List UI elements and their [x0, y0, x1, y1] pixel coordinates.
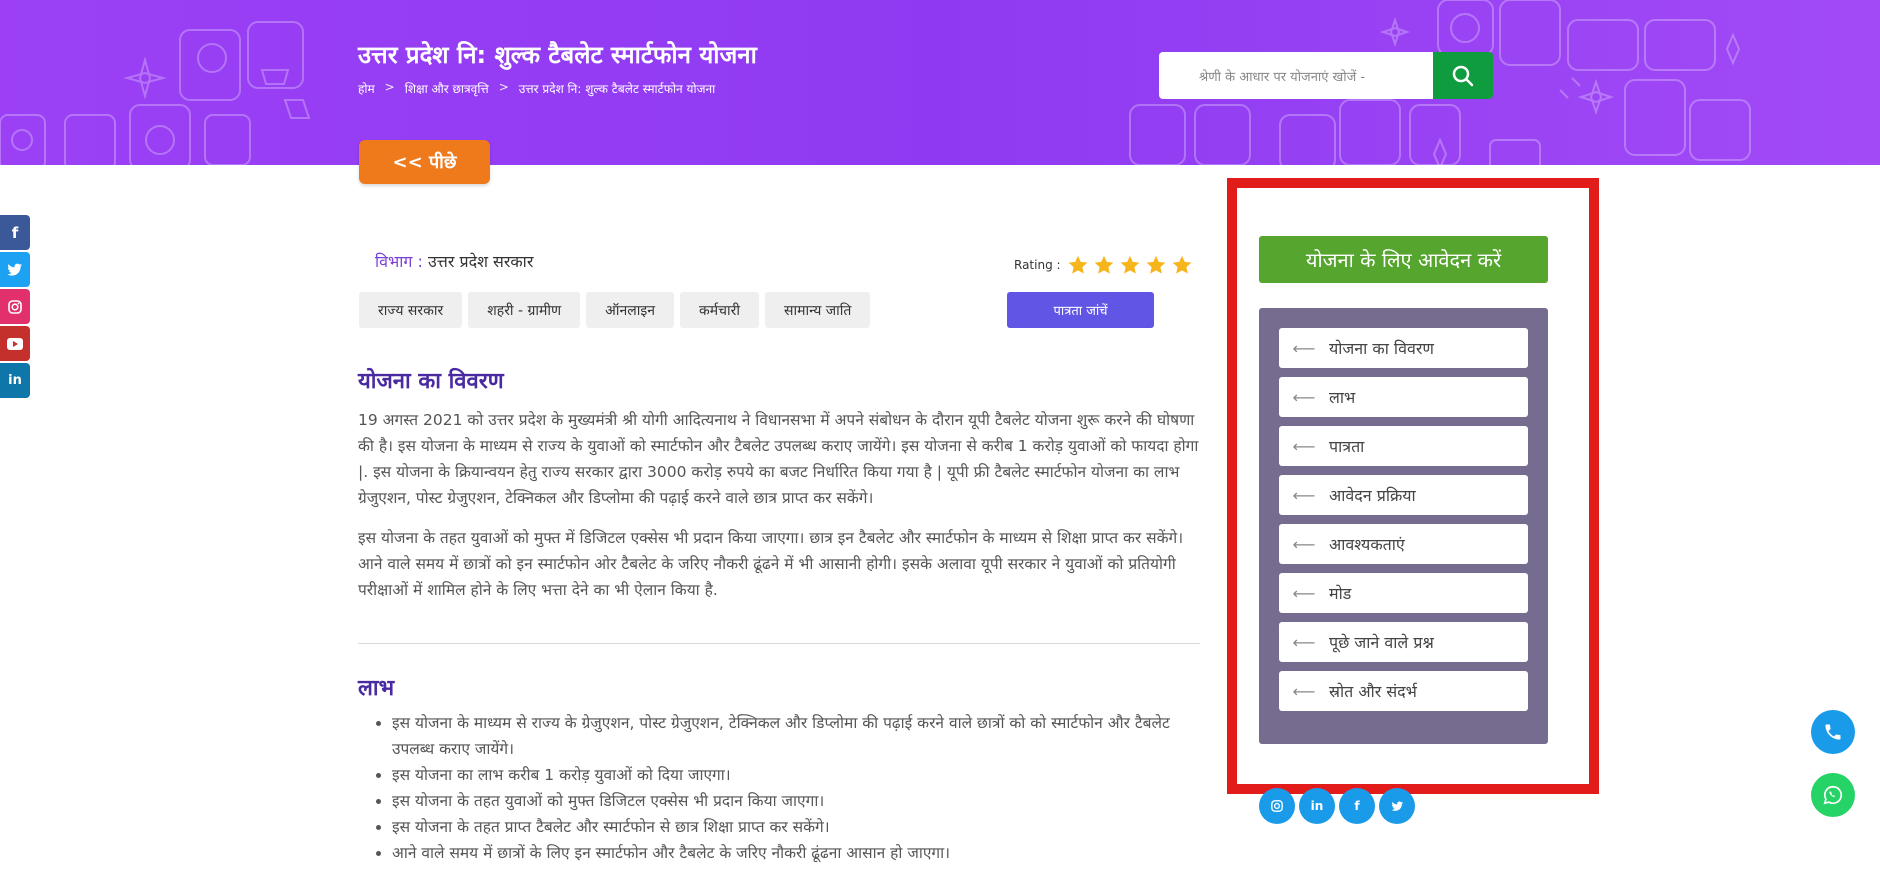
whatsapp-icon [1823, 785, 1843, 805]
arrow-left-icon: ⟵ [1292, 534, 1316, 554]
toc-item-application-process[interactable]: ⟵ आवेदन प्रक्रिया [1279, 475, 1528, 515]
arrow-left-icon: ⟵ [1292, 485, 1316, 505]
toc-item-mode[interactable]: ⟵ मोड [1279, 573, 1528, 613]
arrow-left-icon: ⟵ [1292, 681, 1316, 701]
list-item: इस योजना के तहत प्राप्त टैबलेट और स्मार्… [392, 814, 1200, 840]
linkedin-icon[interactable]: in [1299, 788, 1335, 824]
arrow-left-icon: ⟵ [1292, 583, 1316, 603]
star-icon [1146, 255, 1166, 274]
details-paragraph: इस योजना के तहत युवाओं को मुफ्त में डिजि… [358, 529, 1184, 599]
table-of-contents: ⟵ योजना का विवरण ⟵ लाभ ⟵ पात्रता ⟵ आवेदन प्र… [1259, 308, 1548, 744]
benefits-list: इस योजना के माध्यम से राज्य के ग्रेजुएशन… [358, 710, 1200, 866]
search-input[interactable]: श्रेणी के आधार पर योजनाएं खोजें - [1159, 52, 1434, 99]
facebook-icon[interactable]: f [1339, 788, 1375, 824]
toc-label: पूछे जाने वाले प्रश्न [1329, 633, 1434, 652]
arrow-left-icon: ⟵ [1292, 436, 1316, 456]
toc-item-eligibility[interactable]: ⟵ पात्रता [1279, 426, 1528, 466]
benefits-heading: लाभ [358, 676, 395, 701]
phone-icon [1825, 724, 1841, 740]
linkedin-icon[interactable]: in [0, 363, 30, 398]
tag-chip[interactable]: शहरी - ग्रामीण [468, 292, 581, 328]
whatsapp-button[interactable] [1811, 773, 1855, 817]
page-title: उत्तर प्रदेश नि: शुल्क टैबलेट स्मार्टफोन… [358, 41, 757, 69]
instagram-icon[interactable] [0, 289, 30, 324]
department: विभाग : उत्तर प्रदेश सरकार [375, 250, 533, 272]
banner-decoration-icons [0, 0, 1751, 165]
toc-label: पात्रता [1329, 437, 1365, 456]
breadcrumb-category[interactable]: शिक्षा और छात्रवृत्ति [405, 80, 489, 97]
list-item: इस योजना के माध्यम से राज्य के ग्रेजुएशन… [392, 710, 1200, 762]
toc-item-details[interactable]: ⟵ योजना का विवरण [1279, 328, 1528, 368]
list-item: आने वाले समय में छात्रों के लिए इन स्मार… [392, 840, 1200, 866]
star-icon [1120, 255, 1140, 274]
star-icon [1068, 255, 1088, 274]
details-heading: योजना का विवरण [358, 369, 504, 394]
toc-label: मोड [1329, 584, 1352, 603]
breadcrumb-home[interactable]: होम [358, 80, 375, 97]
search-icon [1452, 65, 1474, 86]
breadcrumb: होम > शिक्षा और छात्रवृत्ति > उत्तर प्रद… [358, 80, 715, 97]
department-value: उत्तर प्रदेश सरकार [428, 252, 534, 271]
toc-label: लाभ [1329, 388, 1356, 407]
toc-item-sources[interactable]: ⟵ स्रोत और संदर्भ [1279, 671, 1528, 711]
twitter-icon[interactable] [1379, 788, 1415, 824]
list-item: इस योजना का लाभ करीब 1 करोड़ युवाओं को द… [392, 762, 1200, 788]
arrow-left-icon: ⟵ [1292, 387, 1316, 407]
instagram-icon[interactable] [1259, 788, 1295, 824]
star-icon [1094, 255, 1114, 274]
arrow-left-icon: ⟵ [1292, 338, 1316, 358]
facebook-icon[interactable]: f [0, 215, 30, 250]
back-button[interactable]: << पीछे [359, 140, 490, 184]
toc-item-benefits[interactable]: ⟵ लाभ [1279, 377, 1528, 417]
toc-item-faq[interactable]: ⟵ पूछे जाने वाले प्रश्न [1279, 622, 1528, 662]
arrow-left-icon: ⟵ [1292, 632, 1316, 652]
toc-item-requirements[interactable]: ⟵ आवश्यकताएं [1279, 524, 1528, 564]
toc-label: स्रोत और संदर्भ [1329, 682, 1417, 701]
tag-chip[interactable]: कर्मचारी [680, 292, 759, 328]
apply-scheme-button[interactable]: योजना के लिए आवेदन करें [1259, 236, 1548, 283]
toc-label: योजना का विवरण [1329, 339, 1434, 358]
tag-chip[interactable]: सामान्य जाति [765, 292, 871, 328]
breadcrumb-separator: > [498, 80, 509, 94]
star-icon [1172, 255, 1192, 274]
department-label: विभाग : [375, 252, 423, 271]
social-links: in f [1259, 788, 1415, 824]
main-content: योजना का विवरण 19 अगस्त 2021 को उत्तर प्… [358, 365, 1200, 866]
youtube-icon[interactable] [0, 326, 30, 361]
header-banner: उत्तर प्रदेश नि: शुल्क टैबलेट स्मार्टफोन… [0, 0, 1880, 165]
tag-list: राज्य सरकार शहरी - ग्रामीण ऑनलाइन कर्मचा… [359, 292, 871, 328]
search-placeholder: श्रेणी के आधार पर योजनाएं खोजें - [1199, 69, 1366, 85]
tag-chip[interactable]: ऑनलाइन [586, 292, 674, 328]
list-item: इस योजना के तहत युवाओं को मुफ्त डिजिटल ए… [392, 788, 1200, 814]
rating-label: Rating : [1014, 258, 1061, 272]
toc-label: आवेदन प्रक्रिया [1329, 486, 1416, 505]
breadcrumb-current: उत्तर प्रदेश नि: शुल्क टैबलेट स्मार्टफोन… [518, 82, 716, 96]
check-eligibility-button[interactable]: पात्रता जांचें [1007, 292, 1154, 328]
toc-label: आवश्यकताएं [1329, 535, 1405, 554]
tag-chip[interactable]: राज्य सरकार [359, 292, 463, 328]
call-button[interactable] [1811, 710, 1855, 754]
section-divider [358, 643, 1200, 644]
details-paragraph: 19 अगस्त 2021 को उत्तर प्रदेश के मुख्यमं… [358, 411, 1199, 507]
twitter-icon[interactable] [0, 252, 30, 287]
rating-stars [1067, 254, 1193, 276]
breadcrumb-separator: > [384, 80, 395, 94]
social-share-sidebar: f in [0, 215, 30, 400]
search-button[interactable] [1433, 52, 1493, 99]
